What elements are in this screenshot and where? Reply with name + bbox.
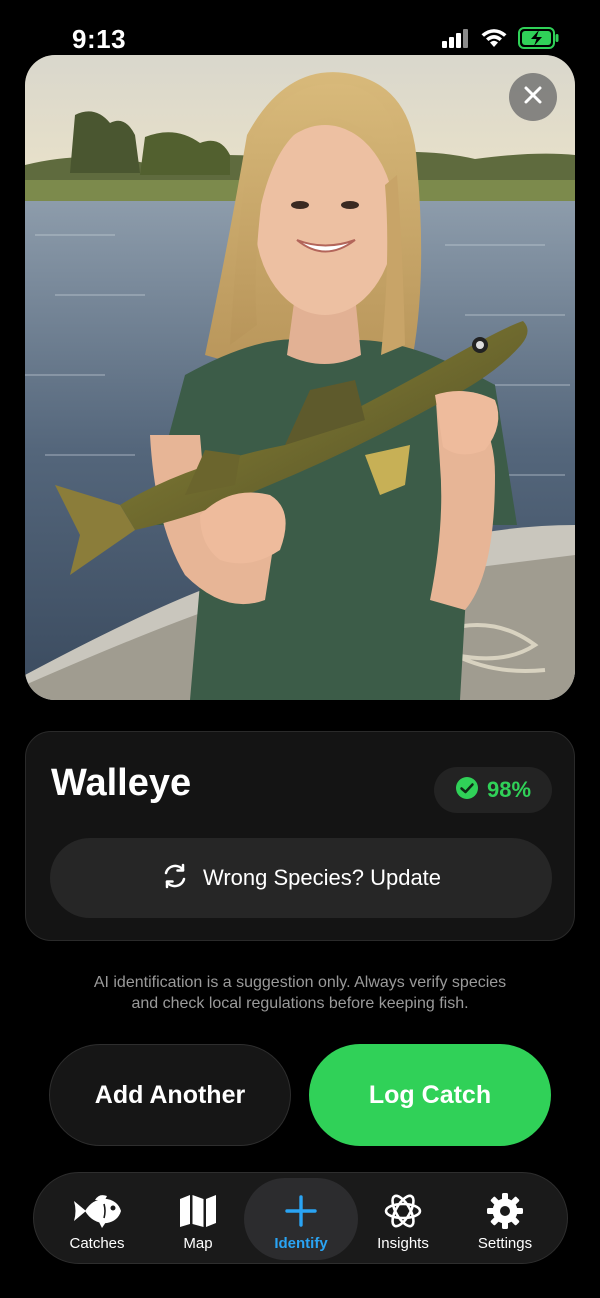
map-icon xyxy=(179,1192,217,1230)
tab-label: Insights xyxy=(377,1235,429,1252)
fish-photo xyxy=(25,55,575,700)
angler-with-walleye-photo xyxy=(25,55,575,700)
tab-label: Catches xyxy=(69,1235,125,1252)
status-bar: 9:13 xyxy=(0,0,600,56)
tab-label: Map xyxy=(183,1235,213,1252)
tab-label: Settings xyxy=(477,1235,533,1252)
disclaimer-line-2: and check local regulations before keepi… xyxy=(131,995,469,1012)
check-circle-icon xyxy=(455,776,479,805)
fish-icon xyxy=(71,1192,123,1230)
log-catch-button[interactable]: Log Catch xyxy=(309,1044,551,1146)
tab-bar: Catches Map Identify Insights Settings xyxy=(33,1172,568,1264)
status-time: 9:13 xyxy=(72,24,127,54)
refresh-icon xyxy=(161,862,189,895)
tab-label: Identify xyxy=(274,1235,328,1252)
atom-icon xyxy=(383,1192,423,1230)
battery-charging-icon xyxy=(518,26,560,54)
disclaimer-line-1: AI identification is a suggestion only. … xyxy=(93,974,507,991)
update-species-label: Wrong Species? Update xyxy=(202,865,442,890)
wifi-icon xyxy=(480,27,508,54)
status-icons xyxy=(442,26,560,54)
update-species-button[interactable]: Wrong Species? Update xyxy=(50,838,552,918)
cellular-signal-icon xyxy=(442,28,470,53)
tab-insights[interactable]: Insights xyxy=(348,1178,458,1260)
gear-icon xyxy=(486,1192,524,1230)
confidence-value: 98% xyxy=(486,777,532,802)
confidence-badge: 98% xyxy=(434,767,552,813)
ai-disclaimer: AI identification is a suggestion only. … xyxy=(40,972,560,1014)
close-button[interactable] xyxy=(509,73,557,121)
plus-icon xyxy=(284,1192,318,1230)
add-another-button[interactable]: Add Another xyxy=(49,1044,291,1146)
tab-map[interactable]: Map xyxy=(143,1178,253,1260)
identification-result-card: Walleye 98% Wrong Species? Update xyxy=(25,731,575,941)
tab-settings[interactable]: Settings xyxy=(450,1178,560,1260)
species-name: Walleye xyxy=(51,762,192,804)
tab-catches[interactable]: Catches xyxy=(42,1178,152,1260)
tab-identify[interactable]: Identify xyxy=(244,1178,358,1260)
close-icon xyxy=(523,85,543,110)
